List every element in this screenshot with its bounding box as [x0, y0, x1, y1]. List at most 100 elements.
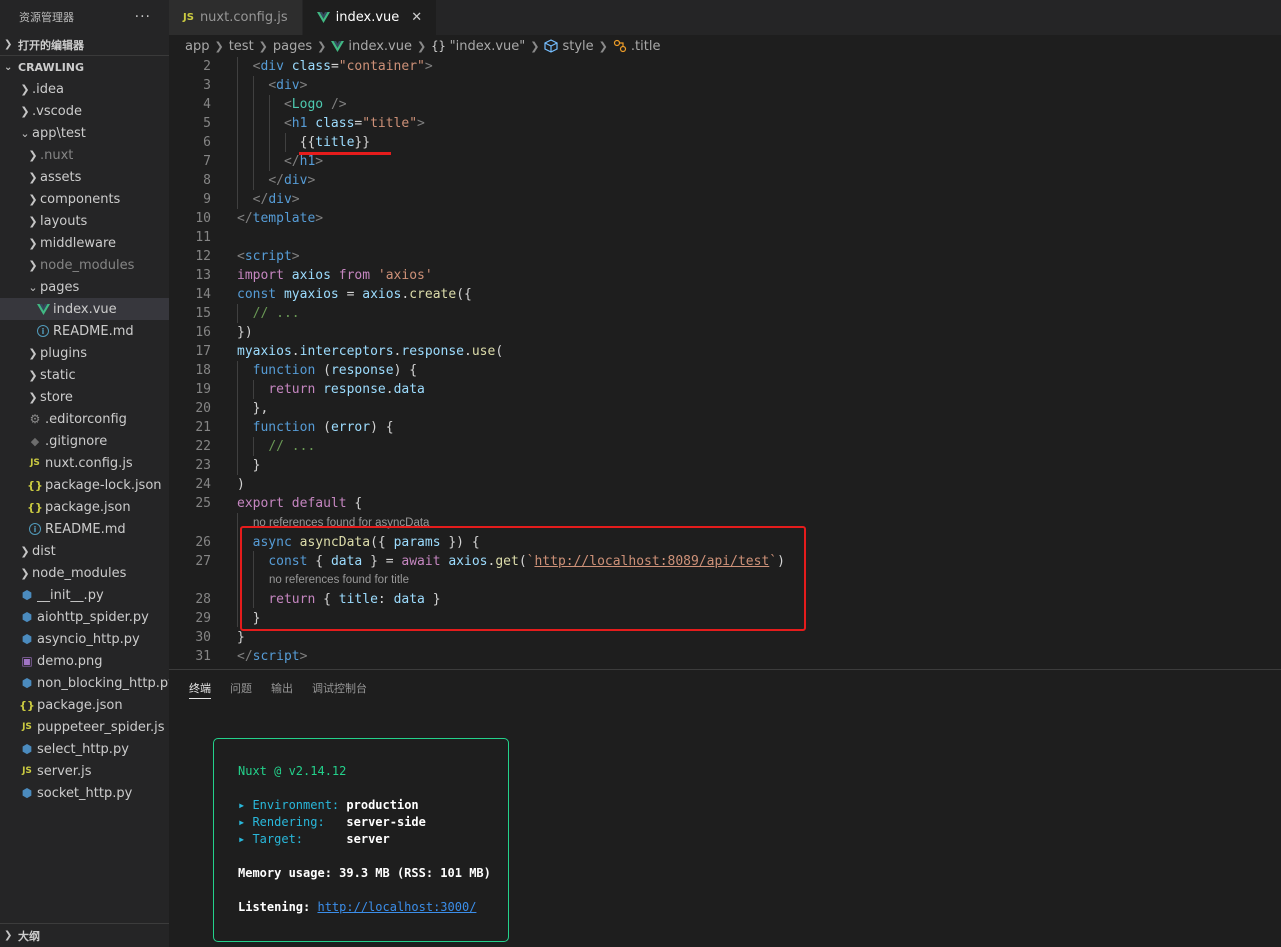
terminal-output-box[interactable]: Nuxt @ v2.14.12 ▸ Environment: productio… — [213, 738, 509, 942]
outline-section[interactable]: ❯ 大纲 — [0, 923, 169, 947]
json-file-icon: {} — [27, 478, 43, 492]
explorer-header: 资源管理器 ··· — [0, 0, 169, 34]
tree-file[interactable]: {} package.json — [0, 694, 169, 716]
tree-folder[interactable]: ❯ components — [0, 188, 169, 210]
more-actions-icon[interactable]: ··· — [135, 9, 151, 25]
chevron-right-icon: ❯ — [28, 258, 38, 272]
tree-item-label: plugins — [40, 345, 87, 361]
python-file-icon: ⬢ — [21, 632, 33, 646]
tree-file[interactable]: ⬢ non_blocking_http.py — [0, 672, 169, 694]
tree-file[interactable]: {} package-lock.json — [0, 474, 169, 496]
cube-icon — [544, 39, 559, 53]
localhost-link[interactable]: http://localhost:3000/ — [317, 900, 476, 914]
tree-folder[interactable]: ❯ dist — [0, 540, 169, 562]
tab-terminal[interactable]: 终端 — [189, 677, 211, 699]
chevron-right-icon: ❯ — [20, 82, 30, 96]
tree-folder[interactable]: ❯ .nuxt — [0, 144, 169, 166]
chevron-down-icon: ⌄ — [28, 280, 38, 294]
tab-index-vue[interactable]: index.vue ✕ — [302, 0, 438, 35]
tree-file[interactable]: JS puppeteer_spider.js — [0, 716, 169, 738]
python-file-icon: ⬢ — [21, 676, 33, 690]
env-line: ▸ Environment: production — [238, 798, 419, 812]
tree-folder[interactable]: ❯ plugins — [0, 342, 169, 364]
js-file-icon: JS — [183, 12, 194, 23]
breadcrumb-pages[interactable]: pages — [273, 39, 312, 54]
tab-debug-console[interactable]: 调试控制台 — [312, 670, 367, 706]
tree-item-label: .vscode — [32, 103, 82, 119]
tree-file[interactable]: i README.md — [0, 320, 169, 342]
tree-file[interactable]: {} package.json — [0, 496, 169, 518]
tab-nuxt-config[interactable]: JS nuxt.config.js — [169, 0, 303, 35]
python-file-icon: ⬢ — [21, 742, 33, 756]
tree-item-label: .gitignore — [45, 433, 108, 449]
bottom-panel: 终端 问题 输出 调试控制台 Nuxt @ v2.14.12 ▸ Environ… — [169, 669, 1281, 947]
gear-icon: ⚙ — [29, 412, 41, 426]
tree-file[interactable]: ⬢ __init__.py — [0, 584, 169, 606]
tree-file[interactable]: ◆ .gitignore — [0, 430, 169, 452]
target-line: ▸ Target: server — [238, 832, 390, 846]
red-box-annotation — [240, 526, 806, 631]
tree-item-label: select_http.py — [37, 741, 129, 757]
chevron-right-icon: ❯ — [28, 192, 38, 206]
braces-icon: {} — [431, 39, 446, 53]
tree-folder[interactable]: ❯ store — [0, 386, 169, 408]
tree-folder[interactable]: ❯ .vscode — [0, 100, 169, 122]
breadcrumb-file[interactable]: index.vue — [348, 39, 412, 54]
tab-problems[interactable]: 问题 — [230, 670, 252, 706]
tree-file[interactable]: ⚙ .editorconfig — [0, 408, 169, 430]
tree-item-label: __init__.py — [37, 587, 104, 603]
chevron-right-icon: ❯ — [28, 236, 38, 250]
tree-folder[interactable]: ❯ .idea — [0, 78, 169, 100]
js-file-icon: JS — [22, 722, 32, 732]
tree-folder[interactable]: ❯ layouts — [0, 210, 169, 232]
tree-folder[interactable]: ❯ node_modules — [0, 562, 169, 584]
close-icon[interactable]: ✕ — [411, 10, 422, 25]
chevron-right-icon: ❯ — [258, 39, 268, 53]
tree-folder[interactable]: ❯ node_modules — [0, 254, 169, 276]
project-section[interactable]: ⌄ CRAWLING — [0, 56, 169, 78]
breadcrumb-style[interactable]: style — [562, 39, 593, 54]
explorer-sidebar: 资源管理器 ··· ❯ 打开的编辑器 ⌄ CRAWLING ❯ .idea ❯ .… — [0, 0, 169, 947]
tree-folder[interactable]: ❯ assets — [0, 166, 169, 188]
tab-label: nuxt.config.js — [199, 10, 288, 25]
python-file-icon: ⬢ — [21, 786, 33, 800]
chevron-right-icon: ❯ — [28, 148, 38, 162]
tree-file[interactable]: index.vue — [0, 298, 169, 320]
breadcrumb-selector[interactable]: .title — [631, 39, 661, 54]
chevron-right-icon: ❯ — [530, 39, 540, 53]
json-file-icon: {} — [19, 698, 35, 712]
tree-file[interactable]: JS server.js — [0, 760, 169, 782]
chevron-right-icon: ❯ — [317, 39, 327, 53]
tree-file[interactable]: i README.md — [0, 518, 169, 540]
tree-item-label: app\test — [32, 125, 86, 141]
python-file-icon: ⬢ — [21, 610, 33, 624]
tree-file[interactable]: ⬢ asyncio_http.py — [0, 628, 169, 650]
tree-item-label: node_modules — [32, 565, 127, 581]
tree-item-label: package.json — [45, 499, 131, 515]
tree-file[interactable]: ⬢ socket_http.py — [0, 782, 169, 804]
tree-file[interactable]: JS nuxt.config.js — [0, 452, 169, 474]
breadcrumb-object[interactable]: "index.vue" — [450, 39, 526, 54]
editor-tabs: JS nuxt.config.js index.vue ✕ — [169, 0, 1281, 35]
tree-file[interactable]: ⬢ select_http.py — [0, 738, 169, 760]
tab-output[interactable]: 输出 — [271, 670, 293, 706]
tree-file[interactable]: ▣ demo.png — [0, 650, 169, 672]
vue-file-icon — [331, 40, 345, 52]
code-editor[interactable]: 2 <div class="container"> 3 <div> 4 <Log… — [169, 57, 1281, 669]
project-label: CRAWLING — [18, 60, 85, 74]
info-icon: i — [28, 522, 42, 536]
tree-folder[interactable]: ❯ static — [0, 364, 169, 386]
breadcrumb-test[interactable]: test — [229, 39, 254, 54]
tree-file[interactable]: ⬢ aiohttp_spider.py — [0, 606, 169, 628]
chevron-down-icon: ⌄ — [20, 126, 30, 140]
tree-item-label: store — [40, 389, 73, 405]
breadcrumb-app[interactable]: app — [185, 39, 209, 54]
tree-folder[interactable]: ⌄ pages — [0, 276, 169, 298]
tree-item-label: aiohttp_spider.py — [37, 609, 149, 625]
tree-folder[interactable]: ⌄ app\test — [0, 122, 169, 144]
tree-item-label: package-lock.json — [45, 477, 162, 493]
tree-item-label: asyncio_http.py — [37, 631, 140, 647]
open-editors-section[interactable]: ❯ 打开的编辑器 — [0, 34, 169, 56]
tree-folder[interactable]: ❯ middleware — [0, 232, 169, 254]
vue-file-icon — [36, 302, 50, 316]
